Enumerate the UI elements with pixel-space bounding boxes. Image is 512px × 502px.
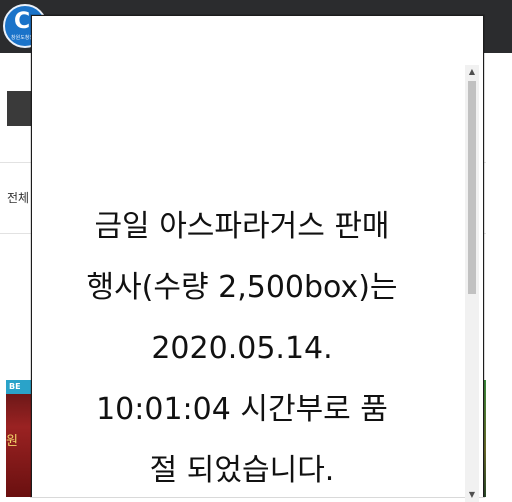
popup-scrollbar[interactable]: ▲ ▼ [465,65,479,502]
popup-message-line: 행사(수량 2,500box)는 [86,270,398,305]
logo-letter: C [14,9,31,34]
tab-all[interactable]: 전체 [7,189,29,206]
scroll-up-arrow-icon[interactable]: ▲ [465,65,479,79]
popup-notice: 금일 아스파라거스 판매 행사(수량 2,500box)는 2020.05.14… [31,15,484,502]
scroll-down-arrow-icon[interactable]: ▼ [465,488,479,502]
popup-message-line: 금일 아스파라거스 판매 [94,209,390,244]
best-badge: BE [6,380,34,394]
scroll-thumb[interactable] [468,81,476,294]
popup-message-line: 절 되었습니다. [149,453,335,488]
popup-message: 금일 아스파라거스 판매 행사(수량 2,500box)는 2020.05.14… [32,196,452,501]
popup-message-line: 2020.05.14. [151,331,333,366]
popup-message-line: 10:01:04 시간부로 품 [96,392,388,427]
page-right-area [486,53,512,497]
thumbnail-text: 원 [6,434,18,449]
